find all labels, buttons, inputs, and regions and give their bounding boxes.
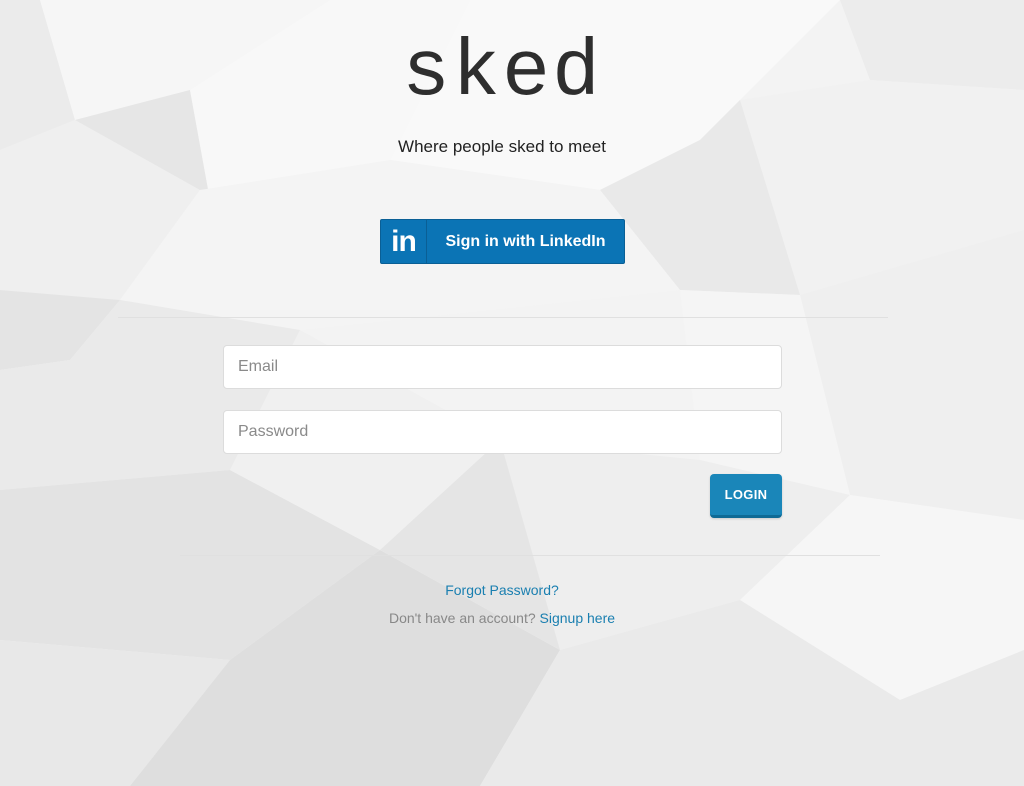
tagline: Where people sked to meet <box>398 137 606 156</box>
linkedin-signin-button[interactable]: in Sign in with LinkedIn <box>380 219 625 264</box>
no-account-text: Don't have an account? <box>388 610 540 626</box>
linkedin-signin-label: Sign in with LinkedIn <box>445 232 606 250</box>
divider <box>118 317 888 318</box>
password-field[interactable] <box>223 410 782 454</box>
forgot-password-link[interactable]: Forgot Password? <box>0 582 1004 598</box>
signup-link[interactable]: Signup here <box>540 610 616 626</box>
email-field[interactable] <box>223 345 782 389</box>
signup-row: Don't have an account? Signup here <box>0 610 1004 626</box>
login-page: sked Where people sked to meet in Sign i… <box>0 0 1024 786</box>
linkedin-icon: in <box>381 220 427 263</box>
sked-logo: sked <box>401 28 603 119</box>
login-button[interactable]: LOGIN <box>710 474 782 518</box>
divider <box>180 555 880 556</box>
